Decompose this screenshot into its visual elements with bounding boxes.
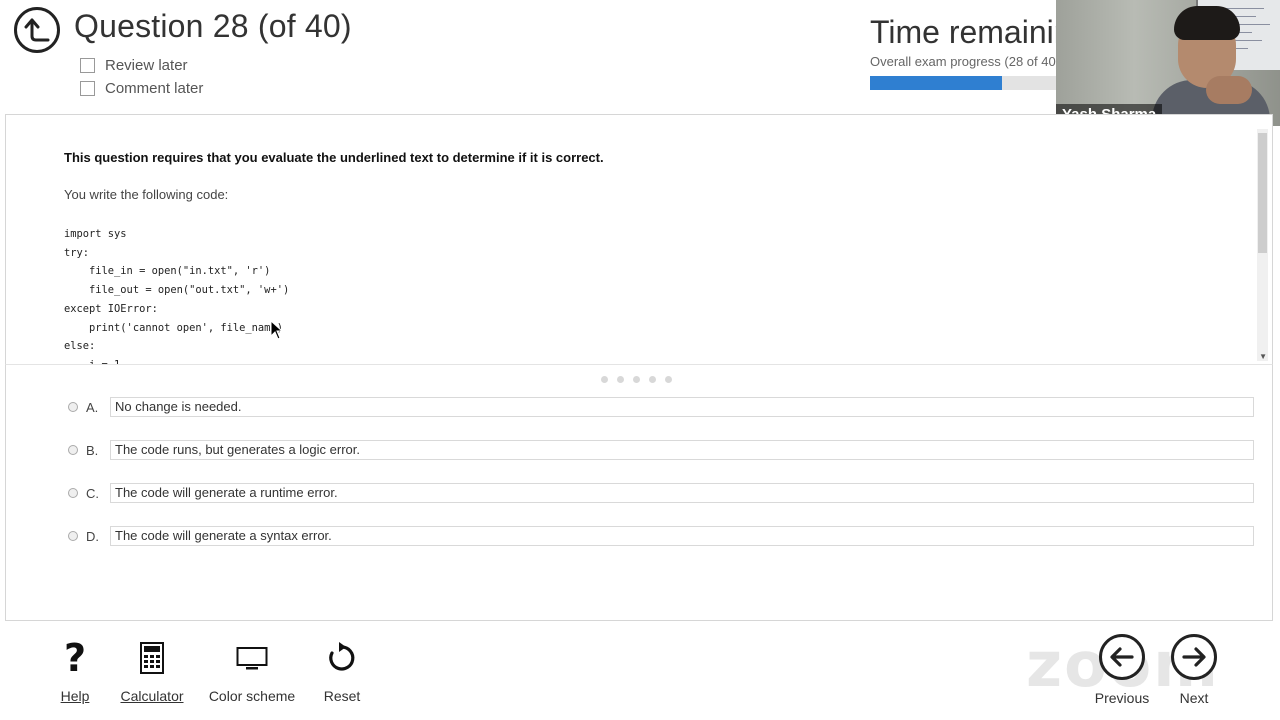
reset-label: Reset bbox=[323, 688, 361, 704]
answer-radio[interactable] bbox=[68, 402, 78, 412]
previous-button[interactable]: Previous bbox=[1082, 634, 1162, 708]
question-panel[interactable]: This question requires that you evaluate… bbox=[5, 114, 1273, 364]
answers-panel: A. No change is needed. B. The code runs… bbox=[5, 388, 1273, 621]
arrow-up-icon bbox=[24, 18, 50, 42]
answer-option-c[interactable]: C. The code will generate a runtime erro… bbox=[68, 482, 1254, 504]
question-title: Question 28 (of 40) bbox=[74, 8, 352, 44]
scroll-down-icon[interactable]: ▼ bbox=[1259, 352, 1267, 361]
panel-splitter[interactable] bbox=[5, 364, 1273, 388]
review-later-option[interactable]: Review later bbox=[80, 57, 188, 74]
splitter-handle[interactable] bbox=[601, 376, 672, 383]
arrow-right-icon bbox=[1171, 634, 1217, 680]
answer-radio[interactable] bbox=[68, 488, 78, 498]
comment-later-checkbox[interactable] bbox=[80, 81, 95, 96]
next-label: Next bbox=[1179, 690, 1209, 706]
mouse-cursor-icon bbox=[270, 319, 284, 345]
answer-letter: A. bbox=[86, 399, 99, 415]
answer-text[interactable]: The code runs, but generates a logic err… bbox=[110, 440, 1254, 460]
answer-radio[interactable] bbox=[68, 445, 78, 455]
answer-radio[interactable] bbox=[68, 531, 78, 541]
participant-hand bbox=[1206, 76, 1252, 104]
monitor-icon bbox=[201, 636, 303, 680]
exam-status: Time remaining Overall exam progress (28… bbox=[870, 14, 1058, 94]
answer-letter: D. bbox=[86, 528, 99, 544]
progress-label: Overall exam progress (28 of 40) bbox=[870, 54, 1058, 69]
answer-option-b[interactable]: B. The code runs, but generates a logic … bbox=[68, 439, 1254, 461]
reset-button[interactable]: Reset bbox=[292, 636, 392, 706]
reset-icon bbox=[292, 636, 392, 680]
question-scrollbar-thumb[interactable] bbox=[1258, 133, 1267, 253]
question-instruction: This question requires that you evaluate… bbox=[64, 150, 604, 165]
comment-later-option[interactable]: Comment later bbox=[80, 80, 203, 97]
answer-text[interactable]: No change is needed. bbox=[110, 397, 1254, 417]
progress-fill bbox=[870, 76, 1002, 90]
calculator-button[interactable]: Calculator bbox=[102, 636, 202, 706]
answer-text[interactable]: The code will generate a runtime error. bbox=[110, 483, 1254, 503]
comment-later-label: Comment later bbox=[105, 80, 204, 97]
help-label: Help bbox=[60, 688, 90, 704]
previous-label: Previous bbox=[1094, 690, 1150, 706]
color-scheme-label: Color scheme bbox=[208, 688, 296, 704]
review-later-checkbox[interactable] bbox=[80, 58, 95, 73]
participant-hair bbox=[1174, 6, 1240, 40]
code-block: import sys try: file_in = open("in.txt",… bbox=[64, 228, 290, 364]
arrow-left-icon bbox=[1099, 634, 1145, 680]
review-later-label: Review later bbox=[105, 57, 188, 74]
question-intro: You write the following code: bbox=[64, 187, 229, 202]
answer-option-d[interactable]: D. The code will generate a syntax error… bbox=[68, 525, 1254, 547]
color-scheme-button[interactable]: Color scheme bbox=[201, 636, 303, 706]
next-button[interactable]: Next bbox=[1154, 634, 1234, 708]
calculator-icon bbox=[102, 636, 202, 680]
answer-letter: C. bbox=[86, 485, 99, 501]
answer-text[interactable]: The code will generate a syntax error. bbox=[110, 526, 1254, 546]
calculator-label: Calculator bbox=[120, 688, 184, 704]
answer-letter: B. bbox=[86, 442, 99, 458]
back-button[interactable] bbox=[14, 7, 60, 53]
time-remaining-label: Time remaining bbox=[870, 14, 1058, 50]
participant-video: Yash Sharma bbox=[1056, 0, 1280, 126]
answer-option-a[interactable]: A. No change is needed. bbox=[68, 396, 1254, 418]
progress-bar bbox=[870, 76, 1058, 90]
